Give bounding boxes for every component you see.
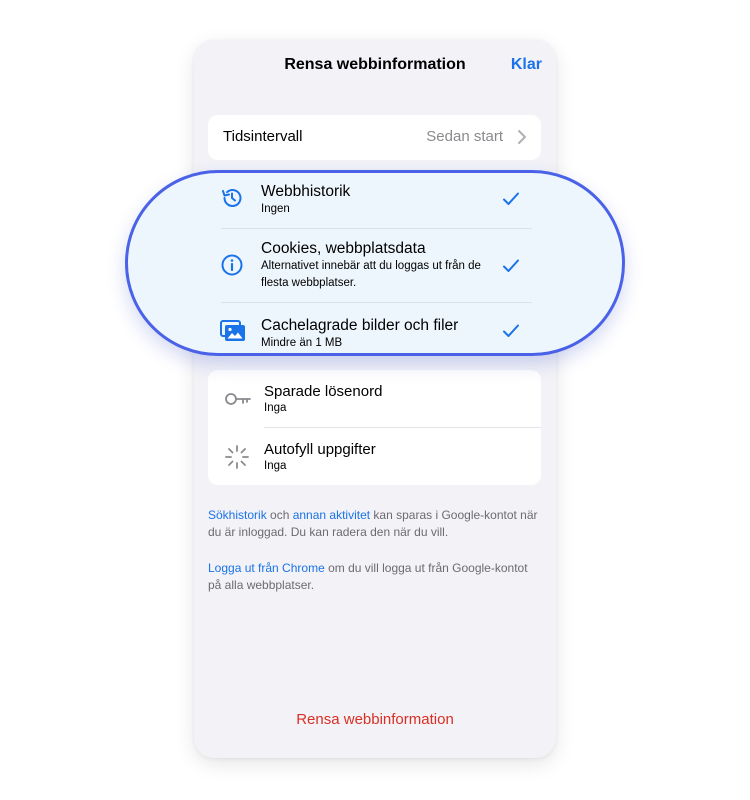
footer-signout-note: Logga ut från Chrome om du vill logga ut… [208, 560, 544, 594]
page-title: Rensa webbinformation [284, 56, 466, 73]
item-title: Cookies, webbplatsdata [261, 240, 426, 257]
item-subtitle: Ingen [261, 203, 290, 215]
stage: Rensa webbinformation Klar Tidsintervall… [0, 0, 750, 800]
item-subtitle: Alternativet innebär att du loggas ut fr… [261, 260, 481, 289]
time-range-row[interactable]: Tidsintervall Sedan start [208, 115, 541, 160]
checkmark-icon [503, 259, 519, 272]
item-subtitle: Inga [264, 402, 287, 414]
search-history-link[interactable]: Sökhistorik [208, 508, 267, 522]
checkmark-icon [503, 192, 519, 205]
time-range-value: Sedan start [426, 128, 503, 145]
other-items-card: Sparade lösenord Inga Autofyll uppgifter… [208, 370, 541, 485]
list-item-autofill[interactable]: Autofyll uppgifter Inga [208, 428, 541, 485]
key-icon [225, 393, 251, 405]
item-title: Cachelagrade bilder och filer [261, 317, 459, 334]
footer-text-part: och [266, 508, 293, 522]
item-subtitle: Inga [264, 460, 287, 472]
list-item-cookies[interactable]: Cookies, webbplatsdata Alternativet inne… [128, 229, 622, 302]
item-title: Webbhistorik [261, 183, 351, 200]
autofill-icon [225, 445, 249, 469]
chevron-right-icon [518, 130, 526, 144]
list-item-history[interactable]: Webbhistorik Ingen [128, 173, 622, 228]
info-icon [221, 254, 243, 276]
sign-out-chrome-link[interactable]: Logga ut från Chrome [208, 561, 325, 575]
clear-browsing-data-button[interactable]: Rensa webbinformation [194, 710, 556, 729]
checkmark-icon [503, 324, 519, 337]
list-item-cache[interactable]: Cachelagrade bilder och filer Mindre än … [128, 303, 622, 353]
footer-activity-note: Sökhistorik och annan aktivitet kan spar… [208, 507, 544, 541]
history-icon [222, 189, 242, 207]
selected-items-highlight: Webbhistorik Ingen Cookies, webbplatsdat… [125, 170, 625, 356]
other-activity-link[interactable]: annan aktivitet [293, 508, 370, 522]
item-title: Autofyll uppgifter [264, 441, 376, 458]
images-icon [220, 320, 245, 341]
list-item-passwords[interactable]: Sparade lösenord Inga [208, 370, 541, 427]
item-subtitle: Mindre än 1 MB [261, 337, 343, 349]
time-range-label: Tidsintervall [223, 128, 303, 145]
clear-browsing-data-sheet: Rensa webbinformation Klar Tidsintervall… [194, 40, 556, 758]
done-button[interactable]: Klar [511, 56, 542, 74]
item-title: Sparade lösenord [264, 383, 383, 400]
